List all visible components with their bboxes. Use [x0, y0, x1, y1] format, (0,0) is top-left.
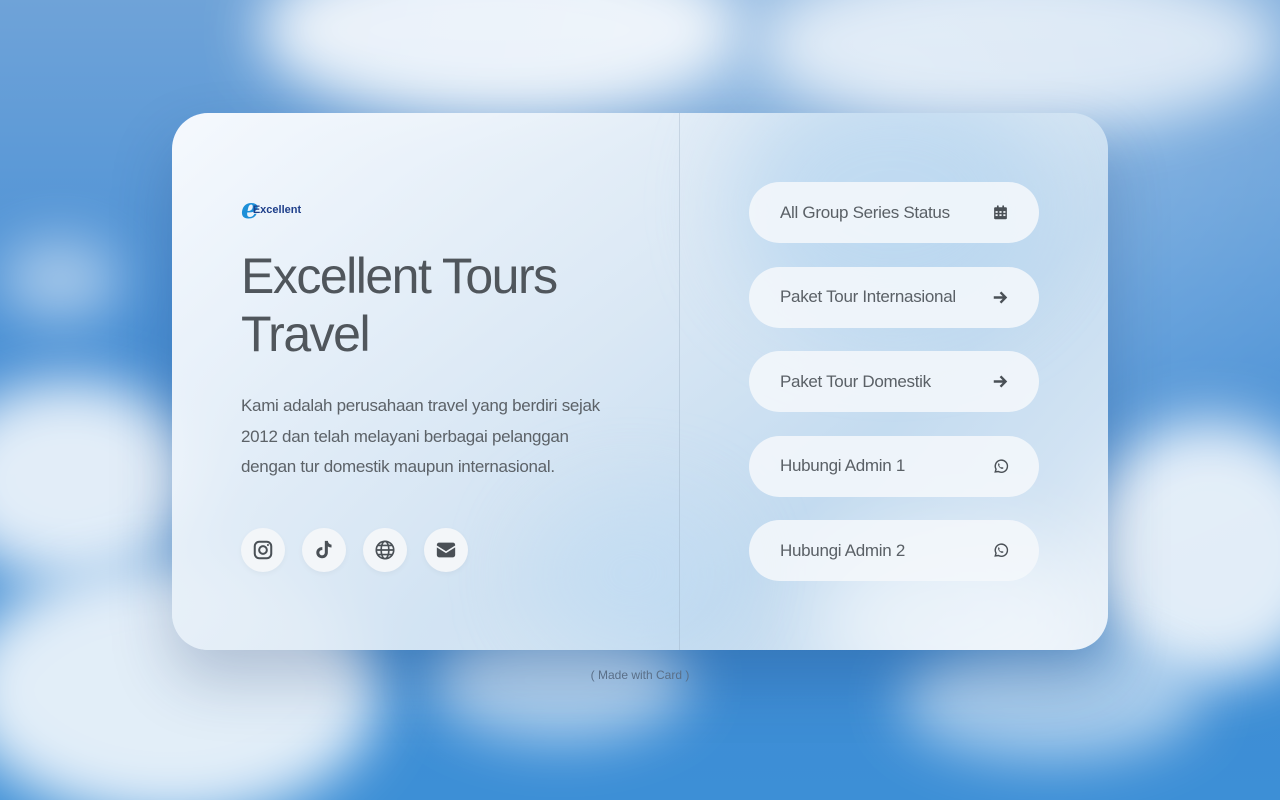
- button-label: Paket Tour Internasional: [780, 287, 956, 306]
- email-link[interactable]: [424, 527, 468, 572]
- button-label: All Group Series Status: [780, 202, 950, 222]
- international-tour-button[interactable]: Paket Tour Internasional: [749, 266, 1039, 328]
- intro-section: e Excellent Excellent Tours Travel Kami …: [241, 195, 641, 572]
- whatsapp-icon: [994, 543, 1009, 557]
- group-series-status-button[interactable]: All Group Series Status: [749, 182, 1039, 243]
- globe-icon: [375, 539, 395, 560]
- domestic-tour-button[interactable]: Paket Tour Domestik: [749, 351, 1039, 412]
- page-title: Excellent Tours Travel: [241, 248, 558, 362]
- contact-admin-2-button[interactable]: Hubungi Admin 2: [749, 520, 1039, 581]
- website-link[interactable]: [363, 527, 407, 572]
- whatsapp-icon: [994, 458, 1009, 473]
- social-links: [241, 527, 641, 572]
- button-label: Hubungi Admin 1: [780, 456, 905, 475]
- company-description: Kami adalah perusahaan travel yang berdi…: [241, 396, 600, 476]
- instagram-icon: [253, 540, 273, 559]
- envelope-icon: [436, 542, 456, 557]
- logo-text: Excellent: [252, 204, 302, 216]
- tiktok-link[interactable]: [302, 527, 346, 572]
- brand-logo: e Excellent: [241, 195, 641, 223]
- contact-admin-1-button[interactable]: Hubungi Admin 1: [749, 435, 1039, 497]
- link-list: All Group Series Status Paket Tour Inter…: [749, 182, 1039, 605]
- calendar-icon: [994, 205, 1007, 220]
- button-label: Paket Tour Domestik: [780, 371, 931, 391]
- instagram-link[interactable]: [241, 527, 285, 572]
- profile-card: e Excellent Excellent Tours Travel Kami …: [172, 113, 1108, 650]
- arrow-right-icon: [993, 290, 1008, 304]
- made-with-footer[interactable]: ( Made with Card ): [0, 668, 1280, 682]
- tiktok-icon: [316, 540, 332, 558]
- arrow-right-icon: [993, 375, 1008, 388]
- card-divider: [679, 113, 680, 650]
- button-label: Hubungi Admin 2: [780, 540, 905, 560]
